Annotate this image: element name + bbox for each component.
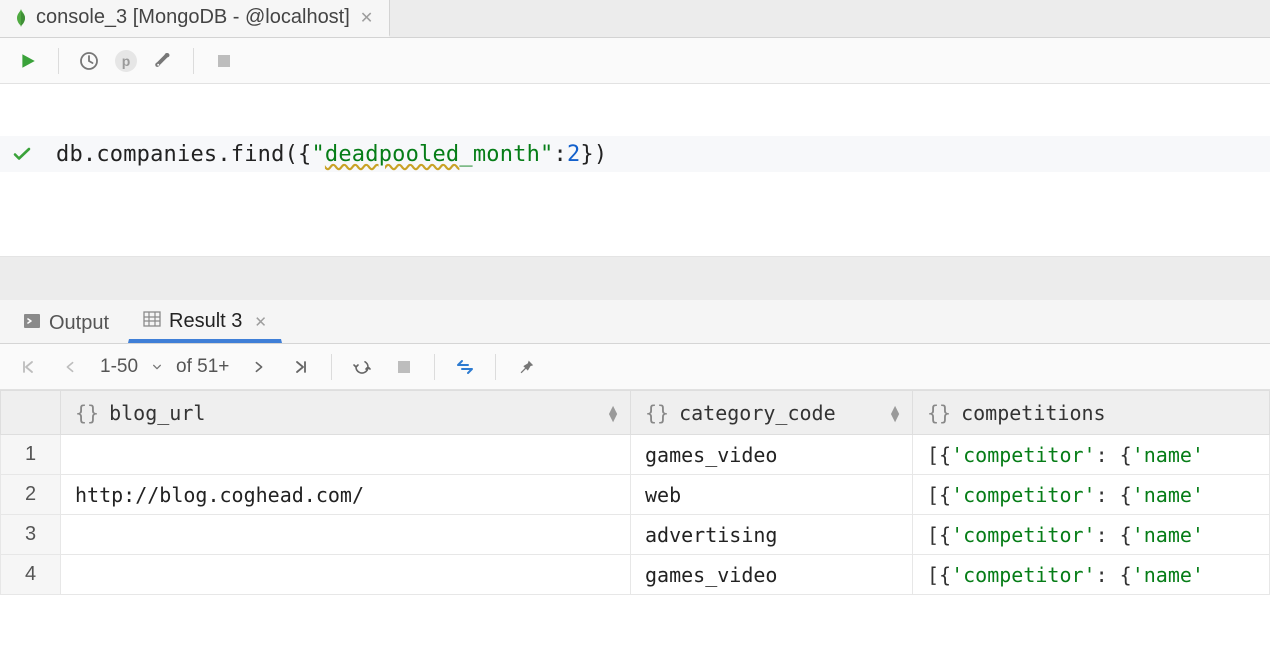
separator — [434, 354, 435, 380]
cell-competitions[interactable]: [{'competitor': {'name' — [913, 435, 1270, 475]
cell-category-code[interactable]: web — [631, 475, 913, 515]
table-row[interactable]: 2http://blog.coghead.com/web[{'competito… — [1, 475, 1270, 515]
col-header-competitions[interactable]: {} competitions — [913, 391, 1270, 435]
col-header-label: competitions — [961, 401, 1106, 425]
stop-results-button — [388, 351, 420, 383]
code-editor[interactable]: db.companies.find({"deadpooled_month":2}… — [0, 84, 1270, 300]
page-total: of 51+ — [176, 356, 229, 378]
editor-tabbar: console_3 [MongoDB - @localhost] ✕ — [0, 0, 1270, 38]
run-button[interactable] — [12, 45, 44, 77]
tab-output-label: Output — [49, 312, 109, 335]
cell-blog-url[interactable]: http://blog.coghead.com/ — [61, 475, 631, 515]
separator — [58, 48, 59, 74]
compare-button[interactable] — [449, 351, 481, 383]
separator — [331, 354, 332, 380]
cell-competitions[interactable]: [{'competitor': {'name' — [913, 475, 1270, 515]
cell-competitions[interactable]: [{'competitor': {'name' — [913, 555, 1270, 595]
rownum-cell: 2 — [1, 475, 61, 515]
stop-button — [208, 45, 240, 77]
close-icon[interactable]: ✕ — [358, 8, 375, 28]
pin-button[interactable] — [510, 351, 542, 383]
rownum-cell: 3 — [1, 515, 61, 555]
editor-tab-title: console_3 [MongoDB - @localhost] — [36, 6, 350, 29]
history-button[interactable] — [73, 45, 105, 77]
results-table: {} blog_url ▲▼ {} category_code ▲▼ {} co — [0, 390, 1270, 595]
output-tabbar: Output Result 3 ✕ — [0, 300, 1270, 344]
table-row[interactable]: 3 advertising[{'competitor': {'name' — [1, 515, 1270, 555]
rownum-cell: 4 — [1, 555, 61, 595]
results-table-wrap: {} blog_url ▲▼ {} category_code ▲▼ {} co — [0, 390, 1270, 595]
editor-tab-console3[interactable]: console_3 [MongoDB - @localhost] ✕ — [0, 0, 390, 37]
check-icon — [8, 144, 36, 164]
rownum-cell: 1 — [1, 435, 61, 475]
table-icon — [143, 310, 161, 334]
col-header-label: category_code — [679, 401, 836, 425]
prev-page-button[interactable] — [54, 351, 86, 383]
close-icon[interactable]: ✕ — [250, 313, 267, 331]
editor-toolbar: p — [0, 38, 1270, 84]
settings-button[interactable] — [147, 45, 179, 77]
table-row[interactable]: 1 games_video[{'competitor': {'name' — [1, 435, 1270, 475]
last-page-button[interactable] — [285, 351, 317, 383]
cell-category-code[interactable]: advertising — [631, 515, 913, 555]
page-range[interactable]: 1-50 — [100, 356, 138, 378]
cell-blog-url[interactable] — [61, 515, 631, 555]
code-line-1[interactable]: db.companies.find({"deadpooled_month":2}… — [0, 136, 1270, 172]
first-page-button[interactable] — [12, 351, 44, 383]
tab-result[interactable]: Result 3 ✕ — [128, 303, 282, 343]
mongodb-leaf-icon — [14, 9, 28, 27]
sort-icon[interactable]: ▲▼ — [888, 405, 902, 421]
cell-category-code[interactable]: games_video — [631, 435, 913, 475]
col-header-rownum[interactable] — [1, 391, 61, 435]
col-header-label: blog_url — [109, 401, 205, 425]
braces-icon: {} — [75, 401, 99, 425]
results-toolbar: 1-50 of 51+ — [0, 344, 1270, 390]
tab-output[interactable]: Output — [8, 303, 124, 343]
separator — [193, 48, 194, 74]
col-header-blog-url[interactable]: {} blog_url ▲▼ — [61, 391, 631, 435]
reload-button[interactable] — [346, 351, 378, 383]
p-badge[interactable]: p — [115, 50, 137, 72]
code-text: db.companies.find({"deadpooled_month":2}… — [36, 142, 607, 167]
sort-icon[interactable]: ▲▼ — [606, 405, 620, 421]
cell-blog-url[interactable] — [61, 555, 631, 595]
next-page-button[interactable] — [243, 351, 275, 383]
table-row[interactable]: 4 games_video[{'competitor': {'name' — [1, 555, 1270, 595]
separator — [495, 354, 496, 380]
cell-category-code[interactable]: games_video — [631, 555, 913, 595]
braces-icon: {} — [645, 401, 669, 425]
col-header-category-code[interactable]: {} category_code ▲▼ — [631, 391, 913, 435]
page-range-dropdown-icon[interactable] — [152, 359, 162, 375]
output-icon — [23, 312, 41, 336]
cell-blog-url[interactable] — [61, 435, 631, 475]
cell-competitions[interactable]: [{'competitor': {'name' — [913, 515, 1270, 555]
tab-result-label: Result 3 — [169, 310, 242, 333]
braces-icon: {} — [927, 401, 951, 425]
